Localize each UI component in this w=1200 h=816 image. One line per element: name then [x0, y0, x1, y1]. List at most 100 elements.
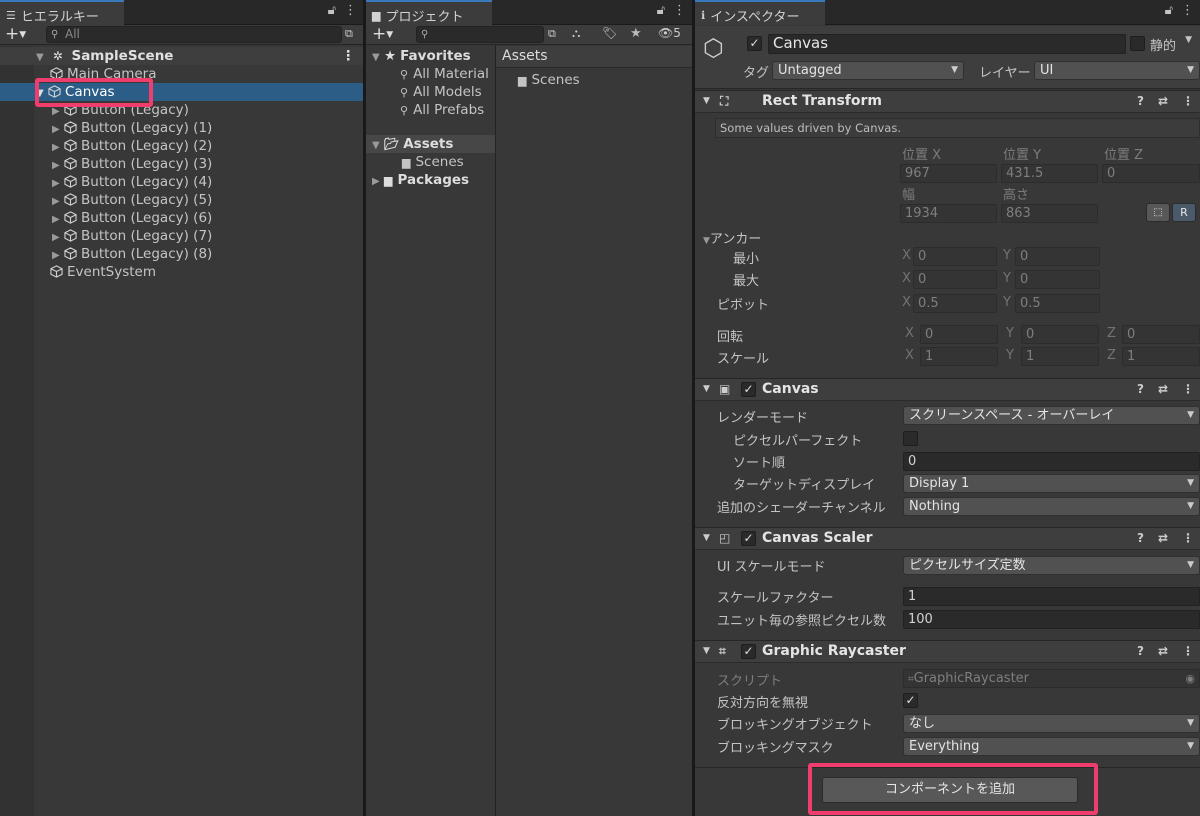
static-checkbox[interactable]	[1130, 36, 1145, 51]
gameobject-icon	[64, 139, 77, 152]
rect-transform-header[interactable]: ▼ ⛶ Rect Transform ? ⇄ ⋮	[695, 90, 1200, 113]
foldout-arrow-icon[interactable]: ▼	[703, 646, 710, 656]
hierarchy-item[interactable]: ▶ Button (Legacy) (2)	[0, 137, 363, 155]
scenes-folder-item[interactable]: ▆ Scenes	[496, 71, 692, 89]
more-icon[interactable]: ⋮	[344, 3, 357, 18]
canvas-scaler-header[interactable]: ▼ ◰ ✓ Canvas Scaler ? ⇄ ⋮	[695, 527, 1200, 550]
preset-icon[interactable]: ⇄	[1158, 644, 1168, 658]
favorites-item-label: All Material	[413, 66, 489, 82]
active-checkbox[interactable]: ✓	[747, 36, 762, 51]
more-icon[interactable]: ⋮	[1182, 531, 1194, 545]
raw-edit-button[interactable]: R	[1172, 203, 1196, 222]
ignore-reversed-checkbox[interactable]: ✓	[903, 693, 918, 708]
help-icon[interactable]: ?	[1137, 382, 1144, 396]
object-name-field[interactable]: Canvas	[768, 34, 1126, 54]
scene-more-icon[interactable]: ⋮	[342, 47, 356, 65]
inspector-tab[interactable]: ℹ インスペクター	[695, 0, 825, 25]
hierarchy-item[interactable]: ▶ Button (Legacy) (8)	[0, 245, 363, 263]
lock-icon[interactable]: 🔓︎	[657, 3, 665, 18]
scale-factor-field[interactable]: 1	[903, 587, 1200, 606]
pixel-perfect-checkbox[interactable]	[903, 431, 918, 446]
scenes-row[interactable]: ▆ Scenes	[366, 153, 495, 171]
pos-z-field[interactable]: 0	[1102, 164, 1200, 183]
preset-icon[interactable]: ⇄	[1158, 382, 1168, 396]
anchor-max-x-field: 0	[913, 270, 997, 289]
pos-y-field: 431.5	[1001, 164, 1098, 183]
help-icon[interactable]: ?	[1137, 531, 1144, 545]
filter-label-icon[interactable]: 🏷︎	[602, 26, 617, 40]
more-icon[interactable]: ⋮	[1182, 94, 1194, 108]
gameobject-icon	[64, 229, 77, 242]
hierarchy-tab[interactable]: ☰ ヒエラルキー	[0, 0, 124, 25]
ui-scale-mode-dropdown[interactable]: ピクセルサイズ定数 ▼	[903, 556, 1200, 575]
favorites-label: Favorites	[400, 48, 471, 64]
static-dropdown-arrow[interactable]: ▼	[1185, 35, 1192, 45]
tag-dropdown[interactable]: Untagged ▼	[772, 61, 964, 80]
assets-row[interactable]: ▼ 📂︎ Assets	[366, 135, 495, 153]
hierarchy-item[interactable]: ▶ Button (Legacy) (7)	[0, 227, 363, 245]
favorites-row[interactable]: ▼ ★ Favorites	[366, 47, 495, 65]
scene-row[interactable]: ▼ ✲ SampleScene ⋮	[0, 47, 363, 65]
hierarchy-item[interactable]: ▶ Button (Legacy) (6)	[0, 209, 363, 227]
ui-scale-mode-value: ピクセルサイズ定数	[909, 558, 1026, 573]
scale-z-field: 1	[1122, 347, 1200, 366]
canvas-enabled-checkbox[interactable]: ✓	[741, 382, 756, 397]
hierarchy-search-input[interactable]: ⚲ All	[46, 26, 342, 43]
graphic-raycaster-enabled-checkbox[interactable]: ✓	[741, 644, 756, 659]
hierarchy-item[interactable]: ▶ Button (Legacy) (3)	[0, 155, 363, 173]
target-display-dropdown[interactable]: Display 1 ▼	[903, 474, 1200, 493]
script-label: スクリプト	[717, 674, 783, 689]
help-icon[interactable]: ?	[1137, 644, 1144, 658]
hidden-toggle-icon[interactable]: 👁︎5	[658, 26, 681, 40]
hierarchy-item[interactable]: EventSystem	[0, 263, 363, 281]
lock-icon[interactable]: 🔓︎	[1165, 3, 1173, 18]
more-icon[interactable]: ⋮	[1181, 3, 1194, 18]
lock-icon[interactable]: 🔓︎	[328, 3, 336, 18]
canvas-component-header[interactable]: ▼ ▣ ✓ Canvas ? ⇄ ⋮	[695, 378, 1200, 401]
preset-icon[interactable]: ⇄	[1158, 531, 1168, 545]
foldout-arrow-icon[interactable]: ▼	[703, 384, 710, 394]
scene-name: SampleScene	[71, 48, 174, 64]
filter-type-icon[interactable]: ⛬	[572, 26, 580, 41]
preset-icon[interactable]: ⇄	[1158, 94, 1168, 108]
blocking-objects-dropdown[interactable]: なし ▼	[903, 714, 1200, 733]
max-y-axis: Y	[1003, 271, 1011, 286]
foldout-arrow-icon[interactable]: ▼	[703, 533, 710, 543]
favorites-star-icon[interactable]: ★	[630, 26, 642, 41]
render-mode-dropdown[interactable]: スクリーンスペース - オーバーレイ ▼	[903, 406, 1200, 425]
help-icon[interactable]: ?	[1137, 94, 1144, 108]
hierarchy-item[interactable]: ▶ Button (Legacy) (5)	[0, 191, 363, 209]
create-button[interactable]: +▼	[5, 25, 26, 45]
anchors-label[interactable]: ▼アンカー	[703, 228, 761, 247]
create-button[interactable]: +▼	[372, 25, 393, 45]
collapse-icon[interactable]: ▶	[372, 173, 384, 191]
width-field: 1934	[900, 204, 997, 223]
packages-row[interactable]: ▶ ▆ Packages	[366, 171, 495, 189]
more-icon[interactable]: ⋮	[673, 3, 686, 18]
script-value: GraphicRaycaster	[913, 671, 1030, 686]
hierarchy-item-label: Button (Legacy) (8)	[81, 246, 213, 262]
foldout-arrow-icon[interactable]: ▼	[703, 96, 710, 106]
favorites-item[interactable]: ⚲ All Prefabs	[366, 101, 495, 119]
project-search-input[interactable]: ⚲	[416, 26, 544, 43]
project-tab[interactable]: ▆ プロジェクト	[366, 0, 492, 25]
chevron-down-icon: ▼	[1187, 741, 1194, 751]
hierarchy-panel: ☰ ヒエラルキー 🔓︎ ⋮ +▼ ⚲ All ⧉ ▼ ✲ SampleScene …	[0, 0, 363, 816]
hierarchy-item[interactable]: ▶ Button (Legacy) (1)	[0, 119, 363, 137]
search-scope-icon[interactable]: ⧉	[548, 27, 556, 41]
hierarchy-item[interactable]: ▶ Button (Legacy) (4)	[0, 173, 363, 191]
layer-dropdown[interactable]: UI ▼	[1034, 61, 1200, 80]
object-picker-icon[interactable]: ◉	[1185, 670, 1195, 687]
ref-ppu-field[interactable]: 100	[903, 610, 1200, 629]
favorites-item[interactable]: ⚲ All Models	[366, 83, 495, 101]
more-icon[interactable]: ⋮	[1182, 644, 1194, 658]
blueprint-mode-button[interactable]: ⬚	[1146, 203, 1170, 222]
blocking-mask-dropdown[interactable]: Everything ▼	[903, 737, 1200, 756]
favorites-item[interactable]: ⚲ All Material	[366, 65, 495, 83]
sort-order-field[interactable]: 0	[903, 452, 1200, 471]
canvas-scaler-enabled-checkbox[interactable]: ✓	[741, 531, 756, 546]
search-scope-icon[interactable]: ⧉	[345, 27, 353, 41]
more-icon[interactable]: ⋮	[1182, 382, 1194, 396]
graphic-raycaster-header[interactable]: ▼ ⌗ ✓ Graphic Raycaster ? ⇄ ⋮	[695, 640, 1200, 663]
shader-channels-dropdown[interactable]: Nothing ▼	[903, 497, 1200, 516]
